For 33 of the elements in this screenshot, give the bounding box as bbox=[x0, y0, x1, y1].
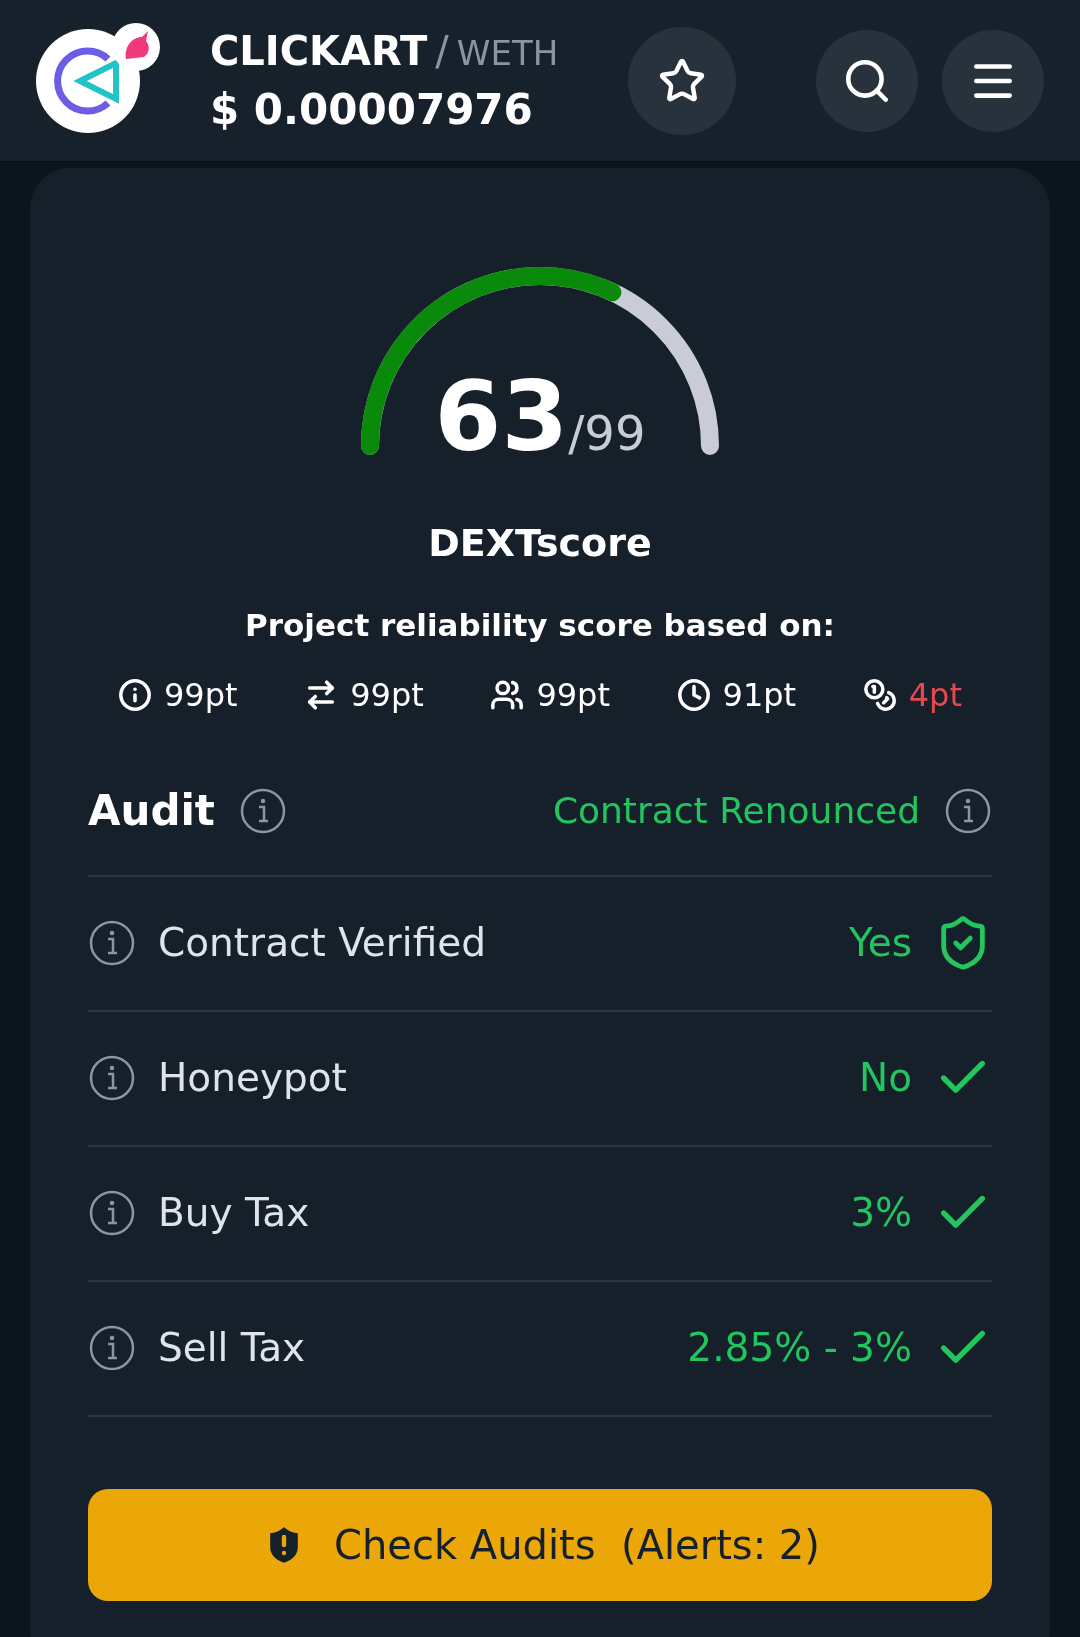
audit-item-label: Sell Tax bbox=[158, 1323, 306, 1372]
info-icon[interactable] bbox=[88, 1054, 136, 1102]
audit-item-value: Yes bbox=[849, 918, 912, 967]
metric-value: 99pt bbox=[536, 674, 610, 716]
clock-icon bbox=[676, 677, 711, 712]
info-icon bbox=[118, 677, 152, 712]
audit-item-value: 3% bbox=[850, 1188, 912, 1237]
audit-item-value: 2.85% - 3% bbox=[687, 1323, 912, 1372]
token-name: CLICKART bbox=[210, 30, 428, 71]
metric-value: 99pt bbox=[350, 674, 424, 716]
coins-icon bbox=[862, 677, 897, 712]
audit-item-label: Contract Verified bbox=[158, 918, 486, 967]
score-subtitle: Project reliability score based on: bbox=[245, 606, 835, 645]
info-icon[interactable] bbox=[944, 786, 992, 835]
check-audits-button[interactable]: Check Audits (Alerts: 2) bbox=[88, 1488, 992, 1601]
audit-item-value: No bbox=[858, 1053, 912, 1102]
info-icon[interactable] bbox=[88, 919, 136, 967]
info-icon[interactable] bbox=[88, 1189, 136, 1237]
audit-item-label: Buy Tax bbox=[158, 1188, 310, 1237]
audit-title: Audit bbox=[88, 785, 215, 837]
pair-separator: / bbox=[435, 30, 449, 71]
score-label: DEXTscore bbox=[428, 520, 652, 567]
score-value: 63 bbox=[434, 369, 569, 465]
audit-status: Contract Renounced bbox=[552, 788, 920, 833]
info-icon[interactable] bbox=[88, 1324, 136, 1372]
metric-value: 91pt bbox=[722, 674, 797, 716]
metric-value: 99pt bbox=[164, 674, 238, 716]
metric-value: 4pt bbox=[908, 674, 962, 716]
audit-item-label: Honeypot bbox=[158, 1053, 347, 1102]
info-icon[interactable] bbox=[238, 786, 287, 835]
pair-name: WETH bbox=[456, 35, 559, 70]
score-max: /99 bbox=[568, 409, 646, 457]
token-price: $ 0.00007976 bbox=[210, 88, 534, 131]
